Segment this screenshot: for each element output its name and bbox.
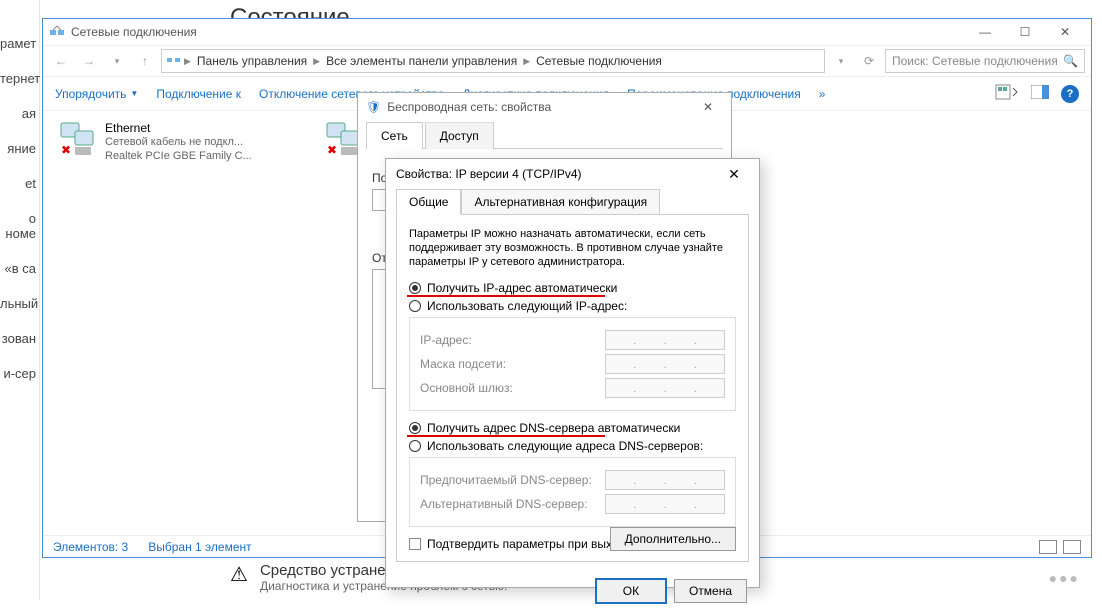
close-button[interactable]: ✕ xyxy=(719,166,749,183)
chevron-right-icon[interactable]: ▶ xyxy=(184,56,191,67)
side-frag: о номе xyxy=(0,201,38,251)
subnet-mask-label: Маска подсети: xyxy=(420,357,605,371)
side-frag: et xyxy=(0,166,38,201)
status-selected: Выбран 1 элемент xyxy=(148,540,251,554)
radio-icon xyxy=(409,282,421,294)
dns-fields-group: Предпочитаемый DNS-сервер:... Альтернати… xyxy=(409,457,736,527)
radio-label: Получить адрес DNS-сервера автоматически xyxy=(427,421,680,435)
breadcrumb-segment[interactable]: Сетевые подключения xyxy=(532,54,666,68)
general-panel: Параметры IP можно назначать автоматичес… xyxy=(396,214,749,562)
radio-dns-auto[interactable]: Получить адрес DNS-сервера автоматически xyxy=(409,421,736,435)
view-options-icon[interactable] xyxy=(995,84,1019,103)
window-icon xyxy=(49,24,65,40)
dns-primary-input: ... xyxy=(605,470,725,490)
intro-text: Параметры IP можно назначать автоматичес… xyxy=(409,227,736,269)
subnet-mask-input: ... xyxy=(605,354,725,374)
connection-device: Realtek PCIe GBE Family C... xyxy=(105,149,252,163)
svg-text:✖: ✖ xyxy=(61,143,71,157)
navigation-bar: ← → ▾ ↑ ▶ Панель управления ▶ Все элемен… xyxy=(43,45,1091,77)
gateway-label: Основной шлюз: xyxy=(420,381,605,395)
radio-icon xyxy=(409,440,421,452)
search-placeholder: Поиск: Сетевые подключения xyxy=(892,54,1058,68)
gateway-input: ... xyxy=(605,378,725,398)
status-item-count: Элементов: 3 xyxy=(53,540,128,554)
ok-button[interactable]: ОК xyxy=(596,579,666,603)
titlebar[interactable]: Сетевые подключения — ☐ ✕ xyxy=(43,19,1091,45)
radio-dns-manual[interactable]: Использовать следующие адреса DNS-сервер… xyxy=(409,439,736,453)
breadcrumb-segment[interactable]: Все элементы панели управления xyxy=(322,54,521,68)
forward-button[interactable]: → xyxy=(77,49,101,73)
side-frag: яние xyxy=(0,131,38,166)
close-button[interactable]: ✕ xyxy=(1045,19,1085,45)
tab-access[interactable]: Доступ xyxy=(425,122,494,149)
radio-ip-manual[interactable]: Использовать следующий IP-адрес: xyxy=(409,299,736,313)
overflow-button[interactable]: » xyxy=(819,87,826,101)
chevron-right-icon[interactable]: ▶ xyxy=(523,56,530,67)
checkbox-icon xyxy=(409,538,421,550)
dns-primary-label: Предпочитаемый DNS-сервер: xyxy=(420,473,605,487)
minimize-button[interactable]: — xyxy=(965,19,1005,45)
side-frag: тернет xyxy=(0,61,38,96)
chevron-right-icon[interactable]: ▶ xyxy=(313,56,320,67)
refresh-button[interactable]: ⟳ xyxy=(857,49,881,73)
back-button[interactable]: ← xyxy=(49,49,73,73)
connection-item-ethernet[interactable]: ✖ Ethernet Сетевой кабель не подкл... Re… xyxy=(57,121,277,163)
tab-network[interactable]: Сеть xyxy=(366,122,423,149)
ethernet-icon: ✖ xyxy=(57,121,97,157)
dialog-title: Беспроводная сеть: свойства xyxy=(387,100,551,114)
radio-label: Использовать следующие адреса DNS-сервер… xyxy=(427,439,703,453)
advanced-button[interactable]: Дополнительно... xyxy=(610,527,736,551)
tab-alternate[interactable]: Альтернативная конфигурация xyxy=(461,189,660,215)
breadcrumb-segment[interactable]: Панель управления xyxy=(193,54,311,68)
maximize-button[interactable]: ☐ xyxy=(1005,19,1045,45)
recent-dropdown[interactable]: ▾ xyxy=(105,49,129,73)
large-icons-view-icon[interactable] xyxy=(1063,540,1081,554)
connection-name: Ethernet xyxy=(105,121,252,135)
up-button[interactable]: ↑ xyxy=(133,49,157,73)
radio-icon xyxy=(409,422,421,434)
caret-down-icon: ▼ xyxy=(130,89,138,98)
address-dropdown[interactable]: ▾ xyxy=(829,49,853,73)
close-button[interactable]: ✕ xyxy=(693,100,723,114)
ellipsis-icon: ●●● xyxy=(1049,570,1080,586)
side-frag: и-сер xyxy=(0,356,38,391)
connection-status: Сетевой кабель не подкл... xyxy=(105,135,252,149)
dns-alt-label: Альтернативный DNS-сервер: xyxy=(420,497,605,511)
network-icon xyxy=(166,53,182,70)
side-frag: ая xyxy=(0,96,38,131)
side-frag: зован xyxy=(0,321,38,356)
checkbox-label: Подтвердить параметры при выходе xyxy=(427,537,632,551)
side-frag: рамет xyxy=(0,26,38,61)
dialog-title: Свойства: IP версии 4 (TCP/IPv4) xyxy=(396,167,719,181)
ip-address-label: IP-адрес: xyxy=(420,333,605,347)
search-icon[interactable]: 🔍 xyxy=(1063,54,1078,68)
parent-sidebar: рамет тернет ая яние et о номе «в са льн… xyxy=(0,0,40,600)
help-button[interactable]: ? xyxy=(1061,85,1079,103)
radio-ip-auto[interactable]: Получить IP-адрес автоматически xyxy=(409,281,736,295)
preview-pane-icon[interactable] xyxy=(1031,85,1049,102)
dialog-titlebar[interactable]: 🛡 Беспроводная сеть: свойства ✕ xyxy=(358,93,731,121)
tab-general[interactable]: Общие xyxy=(396,189,461,215)
side-frag: «в са xyxy=(0,251,38,286)
ip-fields-group: IP-адрес:... Маска подсети:... Основной … xyxy=(409,317,736,411)
dialog-titlebar[interactable]: Свойства: IP версии 4 (TCP/IPv4) ✕ xyxy=(386,159,759,189)
svg-text:✖: ✖ xyxy=(327,143,337,157)
search-box[interactable]: Поиск: Сетевые подключения 🔍 xyxy=(885,49,1085,73)
radio-icon xyxy=(409,300,421,312)
radio-label: Получить IP-адрес автоматически xyxy=(427,281,617,295)
window-title: Сетевые подключения xyxy=(71,25,965,39)
ip-address-input: ... xyxy=(605,330,725,350)
organize-menu[interactable]: Упорядочить▼ xyxy=(55,87,138,101)
warning-icon: ⚠ xyxy=(230,562,248,587)
ipv4-properties-dialog: Свойства: IP версии 4 (TCP/IPv4) ✕ Общие… xyxy=(385,158,760,588)
side-frag: льный xyxy=(0,286,38,321)
cancel-button[interactable]: Отмена xyxy=(674,579,747,603)
shield-icon: 🛡 xyxy=(366,100,381,114)
dns-alt-input: ... xyxy=(605,494,725,514)
details-view-icon[interactable] xyxy=(1039,540,1057,554)
radio-label: Использовать следующий IP-адрес: xyxy=(427,299,627,313)
connect-to-button[interactable]: Подключение к xyxy=(156,87,241,101)
address-bar[interactable]: ▶ Панель управления ▶ Все элементы панел… xyxy=(161,49,825,73)
